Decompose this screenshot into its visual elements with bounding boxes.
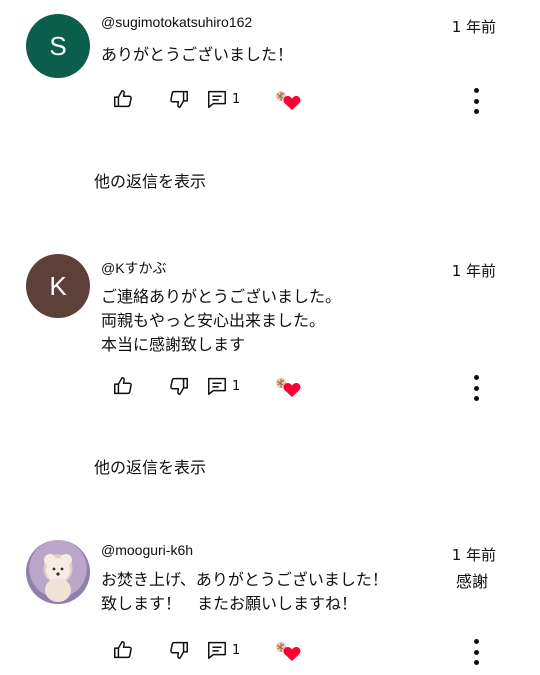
thumbs-down-icon [170, 641, 188, 659]
comment-actions: 1 [110, 87, 301, 111]
more-options-button[interactable] [468, 88, 484, 114]
dislike-button[interactable] [166, 87, 192, 111]
thumbs-up-icon [114, 377, 132, 395]
dislike-button[interactable] [166, 638, 192, 662]
thumbs-down-icon [170, 377, 188, 395]
more-vert-icon [473, 639, 479, 644]
dislike-button[interactable] [166, 374, 192, 398]
teddy-bear-photo [44, 554, 72, 602]
more-vert-icon [473, 88, 479, 93]
reply-count: 1 [232, 91, 241, 107]
avatar-letter: K [49, 270, 67, 301]
creator-heart [274, 375, 301, 397]
creator-heart [274, 88, 301, 110]
creator-heart-icon [276, 378, 301, 397]
reply-count: 1 [232, 378, 241, 394]
more-options-button[interactable] [468, 375, 484, 401]
reply-button[interactable]: 1 [206, 88, 240, 110]
comment-actions: 1 [110, 638, 301, 662]
avatar-letter: S [49, 30, 67, 61]
comment-time[interactable]: 1 年前 [452, 544, 496, 565]
show-more-replies-link[interactable]: 他の返信を表示 [94, 168, 206, 192]
thumbs-down-icon [170, 90, 188, 108]
comment-text-continued: 感謝 [456, 572, 489, 591]
thumbs-up-icon [114, 641, 132, 659]
creator-heart [274, 639, 301, 661]
comment-author[interactable]: @Kすかぶ [101, 258, 167, 278]
like-button[interactable] [110, 87, 136, 111]
creator-heart-icon [276, 91, 301, 110]
avatar[interactable]: S [26, 14, 90, 78]
reply-count: 1 [232, 642, 241, 658]
comment-time[interactable]: 1 年前 [452, 16, 496, 37]
comment-text: お焚き上げ、ありがとうございました！ 致します！ またお願いしますね！ [101, 570, 388, 613]
reply-button[interactable]: 1 [206, 375, 240, 397]
reply-button[interactable]: 1 [206, 639, 240, 661]
avatar[interactable]: K [26, 254, 90, 318]
comment-text: ありがとうございました！ [101, 45, 294, 64]
comment-author[interactable]: @sugimotokatsuhiro162 [101, 14, 252, 30]
show-more-replies-link[interactable]: 他の返信を表示 [94, 454, 206, 478]
comment-author[interactable]: @mooguri-k6h [101, 542, 193, 558]
more-vert-icon [473, 375, 479, 380]
creator-heart-icon [276, 642, 301, 661]
comment-text: ご連絡ありがとうございました。 両親もやっと安心出来ました。 本当に感謝致します [101, 287, 342, 354]
avatar[interactable] [26, 540, 90, 604]
more-options-button[interactable] [468, 639, 484, 665]
comment-actions: 1 [110, 374, 301, 398]
thumbs-up-icon [114, 90, 132, 108]
comment-time[interactable]: 1 年前 [452, 260, 496, 281]
like-button[interactable] [110, 638, 136, 662]
comment-icon [208, 641, 226, 659]
like-button[interactable] [110, 374, 136, 398]
comment-icon [208, 377, 226, 395]
comment-icon [208, 90, 226, 108]
